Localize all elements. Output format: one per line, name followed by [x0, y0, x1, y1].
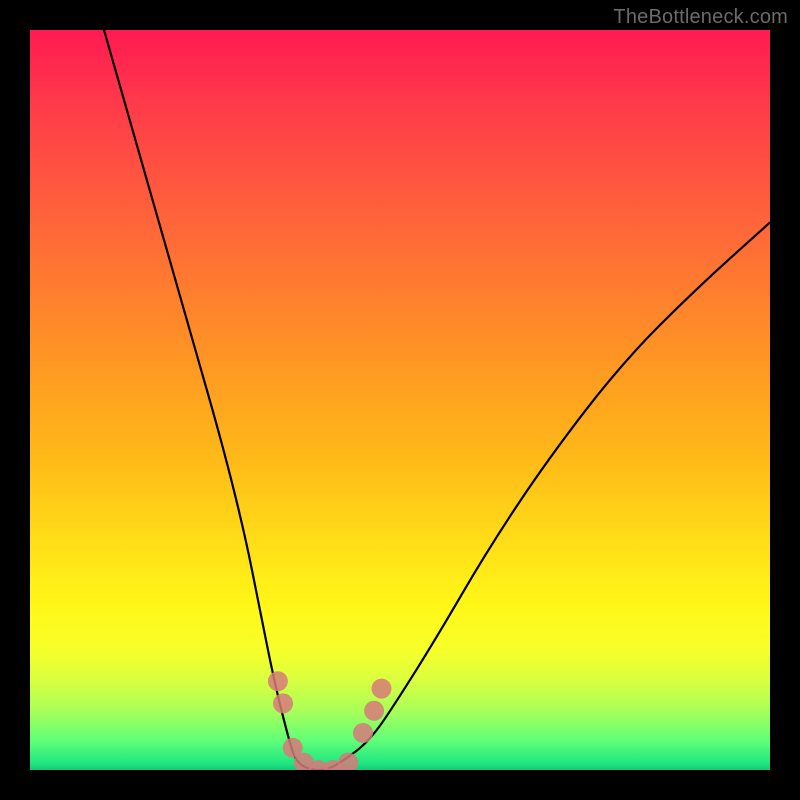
marker-trough-3 — [309, 760, 329, 770]
marker-left-lower — [273, 693, 293, 713]
watermark-text: TheBottleneck.com — [613, 6, 788, 29]
marker-trough-4 — [323, 760, 343, 770]
chart-frame: TheBottleneck.com — [0, 0, 800, 800]
marker-left-upper — [268, 671, 288, 691]
chart-curve — [104, 30, 770, 770]
marker-right-upper — [372, 679, 392, 699]
marker-trough-5 — [338, 753, 358, 770]
chart-svg-layer — [30, 30, 770, 770]
marker-right-mid — [364, 701, 384, 721]
marker-trough-1 — [283, 738, 303, 758]
chart-plot-area — [30, 30, 770, 770]
marker-right-lower — [353, 723, 373, 743]
chart-markers — [268, 671, 392, 770]
marker-trough-2 — [294, 753, 314, 770]
